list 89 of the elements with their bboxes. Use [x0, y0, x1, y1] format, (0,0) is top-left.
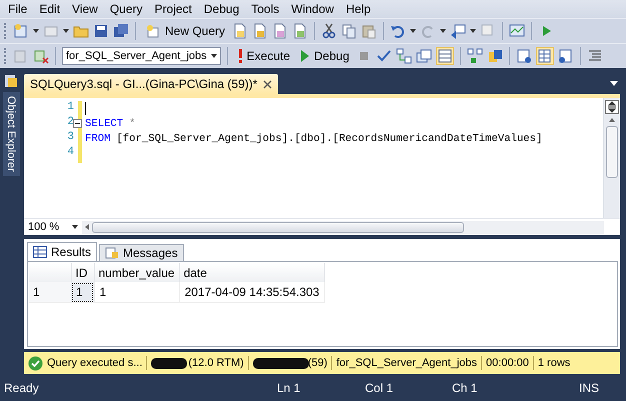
save-icon[interactable] — [93, 23, 109, 39]
line-number: 1 — [67, 101, 74, 115]
caret-icon[interactable] — [63, 29, 69, 33]
menu-item[interactable]: Window — [285, 2, 340, 16]
disconnect-icon[interactable] — [33, 48, 49, 64]
caret-icon[interactable] — [410, 29, 416, 33]
column-header[interactable]: number_value — [94, 263, 180, 282]
line-number: 2 — [67, 116, 74, 130]
corner-cell — [29, 263, 71, 282]
code-token: [for_SQL_Server_Agent_jobs].[dbo].[RecordsNumericandDateTimeValues] — [116, 132, 542, 144]
menu-item[interactable]: Debug — [198, 2, 246, 16]
checkmark-icon[interactable] — [376, 48, 392, 64]
results-tab[interactable]: Messages — [99, 244, 184, 261]
caret-icon[interactable] — [72, 225, 78, 229]
scroll-left-icon — [85, 224, 89, 230]
document-tab[interactable]: SQLQuery3.sql - GI...(Gina-PC\Gina (59))* — [24, 74, 278, 94]
column-header[interactable]: date — [179, 263, 325, 282]
menu-item[interactable]: View — [66, 2, 104, 16]
table-cell[interactable]: 1 — [94, 282, 180, 302]
server-version: (12.0 RTM) — [188, 357, 244, 369]
cut-icon[interactable] — [321, 23, 338, 39]
caret-icon[interactable] — [610, 81, 618, 86]
elapsed-time: 00:00:00 — [486, 357, 529, 369]
exclamation-icon — [236, 49, 243, 63]
save-all-icon[interactable] — [113, 23, 129, 39]
row-header[interactable]: 1 — [29, 282, 71, 302]
line-number: 3 — [67, 131, 74, 145]
menu-item[interactable]: Query — [104, 2, 149, 16]
undo-icon[interactable] — [390, 23, 406, 39]
line-indicator: Ln 1 — [277, 381, 302, 395]
character-indicator: Ch 1 — [452, 381, 478, 395]
query-document-icon[interactable] — [232, 23, 248, 39]
close-icon — [263, 80, 272, 88]
redaction-mark — [151, 358, 188, 368]
object-explorer-tab[interactable]: Object Explorer — [2, 92, 20, 176]
database-name: for_SQL_Server_Agent_jobs — [336, 357, 478, 369]
caret-icon[interactable] — [440, 29, 446, 33]
scroll-up-icon — [609, 118, 615, 122]
debug-button[interactable]: Debug — [297, 46, 352, 66]
results-tab[interactable]: Results — [27, 242, 98, 261]
copy-icon[interactable] — [341, 23, 358, 39]
table-cell[interactable]: 1 — [71, 282, 94, 302]
new-project-icon[interactable] — [13, 23, 29, 39]
menu-item[interactable]: Project — [148, 2, 198, 16]
check-circle-icon — [28, 356, 43, 370]
activity-monitor-icon[interactable] — [509, 23, 526, 39]
scroll-thumb[interactable] — [92, 222, 464, 232]
column-header[interactable]: ID — [71, 263, 94, 282]
session-id: (59) — [308, 357, 328, 369]
caret-icon[interactable] — [210, 54, 217, 58]
results-grid-file-icon[interactable] — [537, 48, 554, 64]
database-dropdown[interactable]: for_SQL_Server_Agent_jobs — [62, 47, 221, 65]
query-design-icon[interactable] — [396, 48, 412, 64]
menu-item[interactable]: Edit — [33, 2, 66, 16]
mdx-query-icon[interactable] — [252, 23, 268, 39]
zoom-dropdown[interactable]: 100 % — [24, 221, 82, 233]
collapse-icon[interactable] — [73, 119, 82, 128]
dmx-query-icon[interactable] — [272, 23, 288, 39]
menu-item[interactable]: File — [2, 2, 34, 16]
redaction-mark — [252, 358, 309, 368]
caret-icon[interactable] — [470, 29, 476, 33]
line-number: 4 — [67, 146, 74, 160]
execute-button[interactable]: Execute — [234, 46, 294, 66]
row-count: 1 rows — [538, 357, 570, 369]
caret-icon[interactable] — [33, 29, 39, 33]
results-file-icon[interactable] — [558, 48, 574, 64]
status-message: Query executed s... — [47, 357, 142, 369]
code-token: * — [129, 118, 136, 130]
status-text: Ready — [4, 381, 40, 395]
column-indicator: Col 1 — [365, 381, 394, 395]
menu-item[interactable]: Tools — [245, 2, 286, 16]
code-token: SELECT — [85, 118, 124, 130]
new-query-icon — [145, 23, 161, 39]
document-icon — [105, 247, 120, 259]
diagram-icon[interactable] — [467, 48, 484, 64]
results-text-icon[interactable] — [516, 48, 532, 64]
xmla-query-icon[interactable] — [292, 23, 308, 39]
results-grid-icon[interactable] — [437, 48, 454, 64]
insert-mode-indicator: INS — [579, 381, 600, 395]
paste-icon[interactable] — [361, 23, 378, 39]
menu-item[interactable]: Help — [340, 2, 377, 16]
play-icon — [300, 50, 310, 62]
windows-icon[interactable] — [416, 48, 432, 64]
new-query-button[interactable]: New Query — [142, 21, 228, 41]
split-icon[interactable] — [605, 100, 619, 114]
table-cell[interactable]: 2017-04-09 14:35:54.303 — [179, 282, 325, 302]
navigate-icon[interactable] — [450, 23, 466, 39]
code-token: FROM — [85, 132, 110, 144]
scroll-thumb[interactable] — [606, 126, 618, 178]
